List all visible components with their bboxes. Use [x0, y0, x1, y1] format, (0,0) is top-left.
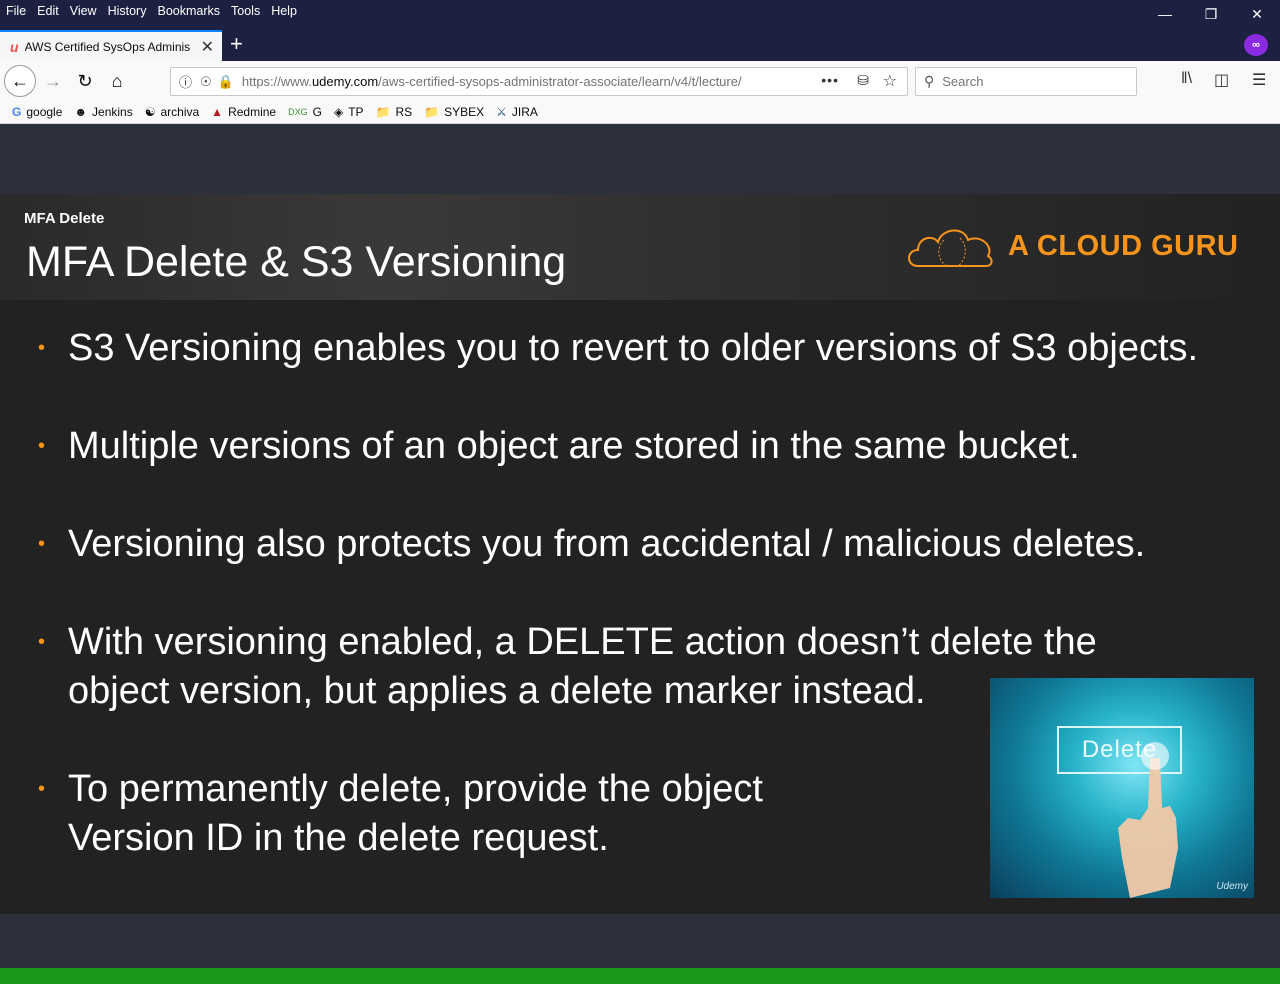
sidebar-icon[interactable]: ◫ — [1214, 70, 1229, 90]
slide-header: MFA Delete MFA Delete & S3 Versioning A … — [0, 194, 1280, 300]
slide-title: MFA Delete & S3 Versioning — [26, 238, 567, 286]
tab-active[interactable]: u AWS Certified SysOps Administ ✕ — [0, 30, 222, 61]
bookmark-g[interactable]: DXG G — [288, 105, 322, 119]
back-button[interactable]: ← — [4, 65, 36, 97]
reload-button[interactable]: ↻ — [70, 66, 100, 96]
bookmark-sybex[interactable]: 📁 SYBEX — [424, 105, 484, 119]
bullet-dot-icon: • — [38, 533, 46, 555]
url-bar[interactable]: ⓘ ☉ 🔒 https://www.udemy.com/aws-certifie… — [170, 67, 908, 96]
bookmark-google[interactable]: Ggoogle — [12, 105, 62, 119]
bookmark-star-icon[interactable]: ☆ — [883, 71, 897, 91]
google-icon: G — [12, 105, 22, 119]
dxg-icon: DXG — [288, 107, 308, 117]
bookmarks-toolbar: Ggoogle ☻ Jenkins ☯ archiva ▲ Redmine DXG G … — [0, 101, 1280, 124]
restore-icon[interactable]: ❐ — [1188, 0, 1234, 28]
tracking-shield-icon[interactable]: ☉ — [200, 74, 212, 90]
cloud-logo-icon — [908, 229, 993, 267]
tp-icon: ◈ — [333, 105, 344, 119]
search-placeholder: Search — [942, 74, 984, 89]
search-icon: ⚲ — [924, 73, 935, 89]
slide-subtitle: MFA Delete — [24, 210, 105, 227]
forward-button[interactable]: → — [38, 66, 68, 96]
minimize-icon[interactable]: — — [1142, 0, 1188, 28]
udemy-icon: u — [10, 38, 19, 55]
bullet-item: • S3 Versioning enables you to revert to… — [38, 324, 1198, 373]
pocket-icon[interactable]: ⛁ — [857, 72, 869, 89]
window-controls: — ❐ ✕ — [1142, 0, 1280, 28]
bullet-item: • Multiple versions of an object are sto… — [38, 422, 1080, 471]
lecture-slide[interactable]: MFA Delete MFA Delete & S3 Versioning A … — [0, 194, 1280, 984]
menu-view[interactable]: View — [70, 4, 97, 18]
bullet-dot-icon: • — [38, 337, 46, 359]
new-tab-button[interactable]: + — [230, 32, 243, 56]
bookmark-archiva[interactable]: ☯ archiva — [145, 105, 199, 119]
lock-icon[interactable]: 🔒 — [218, 74, 234, 90]
menu-file[interactable]: File — [6, 4, 26, 18]
menu-bookmarks[interactable]: Bookmarks — [157, 4, 220, 18]
info-icon[interactable]: ⓘ — [179, 72, 192, 91]
bookmark-rs[interactable]: 📁 RS — [376, 105, 413, 119]
bullet-dot-icon: • — [38, 435, 46, 457]
tab-title: AWS Certified SysOps Administ — [24, 39, 190, 54]
home-button[interactable]: ⌂ — [102, 66, 132, 96]
close-tab-icon[interactable]: ✕ — [201, 37, 214, 57]
folder-icon: 📁 — [424, 105, 440, 119]
bullet-dot-icon: • — [38, 778, 46, 800]
navigation-toolbar: ← → ↻ ⌂ ⓘ ☉ 🔒 https://www.udemy.com/aws-… — [0, 61, 1280, 101]
jenkins-icon: ☻ — [74, 105, 88, 119]
bookmark-tp[interactable]: ◈ TP — [334, 105, 364, 119]
menu-edit[interactable]: Edit — [37, 4, 59, 18]
browser-titlebar: File Edit View History Bookmarks Tools H… — [0, 0, 1280, 61]
private-browsing-icon: ∞ — [1244, 34, 1268, 56]
url-text[interactable]: https://www.udemy.com/aws-certified-syso… — [242, 74, 788, 89]
bullet-item: • To permanently delete, provide the obj… — [38, 765, 763, 863]
logo-text: A CLOUD GURU — [1008, 229, 1239, 262]
redmine-icon: ▲ — [211, 105, 224, 119]
search-input[interactable]: ⚲ Search — [915, 67, 1137, 96]
jira-icon: ⚔ — [496, 105, 507, 119]
menu-help[interactable]: Help — [271, 4, 297, 18]
video-progress-bar[interactable] — [0, 968, 1280, 984]
udemy-watermark: Udemy — [1216, 881, 1248, 892]
hamburger-menu-icon[interactable]: ☰ — [1252, 70, 1266, 90]
menu-history[interactable]: History — [108, 4, 147, 18]
bookmark-redmine[interactable]: ▲ Redmine — [211, 105, 276, 119]
menu-tools[interactable]: Tools — [231, 4, 260, 18]
close-window-icon[interactable]: ✕ — [1234, 0, 1280, 28]
page-actions-icon[interactable]: ••• — [821, 72, 839, 88]
bookmark-jenkins[interactable]: ☻ Jenkins — [74, 105, 132, 119]
globe-icon: ☯ — [144, 105, 156, 119]
bullet-item: • With versioning enabled, a DELETE acti… — [38, 618, 1097, 716]
library-icon[interactable]: ‖\ — [1181, 70, 1192, 88]
delete-button-photo: Delete Udemy — [990, 678, 1254, 898]
bullet-item: • Versioning also protects you from acci… — [38, 520, 1145, 569]
a-cloud-guru-logo: A CLOUD GURU — [904, 220, 1238, 272]
bullet-dot-icon: • — [38, 631, 46, 653]
page-content: MFA Delete MFA Delete & S3 Versioning A … — [0, 124, 1280, 984]
menu-bar: File Edit View History Bookmarks Tools H… — [0, 0, 308, 22]
bookmark-jira[interactable]: ⚔ JIRA — [496, 105, 538, 119]
pointing-hand-icon — [1118, 742, 1178, 898]
folder-icon: 📁 — [375, 105, 391, 119]
